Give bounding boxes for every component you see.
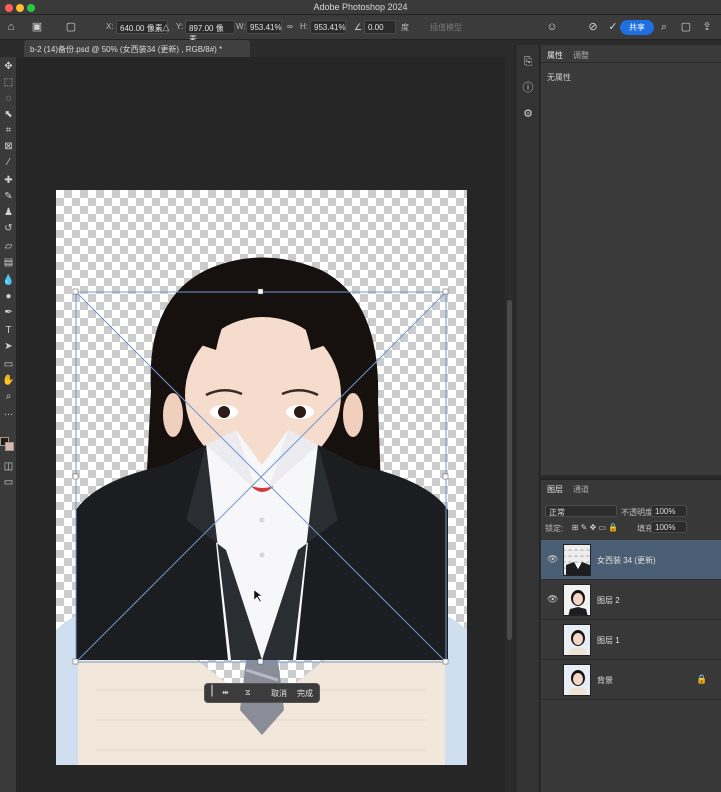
quick-mask-icon[interactable]: ◫: [0, 460, 17, 474]
adjustments-panel-icon[interactable]: ⚙: [521, 107, 535, 121]
screen-mode-icon[interactable]: ▭: [0, 476, 17, 490]
layer-row[interactable]: 背景 🔒: [541, 660, 721, 700]
options-bar: ⌂ ▣ ▢ X: 640.00 像素 △ Y: 897.00 像素 W: 953…: [0, 15, 721, 44]
reference-point-icon[interactable]: ▣: [30, 20, 44, 34]
pen-tool-icon[interactable]: ✒: [0, 306, 17, 320]
layer-name[interactable]: 图层 2: [597, 595, 620, 606]
layer-name[interactable]: 图层 1: [597, 635, 620, 646]
link-icon[interactable]: ∞: [284, 20, 296, 34]
height-field[interactable]: 953.41%: [310, 20, 346, 34]
warp-icon[interactable]: ⧖: [245, 688, 251, 698]
cancel-transform-icon[interactable]: ⊘: [586, 20, 600, 34]
marquee-tool-icon[interactable]: ⬚: [0, 76, 17, 90]
puppet-warp-icon[interactable]: ☺: [545, 20, 559, 34]
more-tools-icon[interactable]: …: [0, 406, 17, 420]
document-tab[interactable]: b-2 (14)备份.psd @ 50% (女西装34 (更新) , RGB/8…: [24, 40, 250, 57]
layer-thumbnail: [563, 624, 591, 656]
share-icon[interactable]: ⇪: [700, 20, 714, 34]
rectangle-tool-icon[interactable]: ▭: [0, 358, 17, 372]
history-brush-tool-icon[interactable]: ↺: [0, 222, 17, 236]
no-properties-label: 无属性: [547, 73, 571, 82]
eye-icon[interactable]: 👁: [547, 554, 558, 565]
window-title: Adobe Photoshop 2024: [313, 2, 408, 12]
layer-row[interactable]: 👁 图层 2: [541, 580, 721, 620]
opacity-field[interactable]: 100%: [651, 505, 687, 517]
layers-panel: 图层 通道 正常 不透明度: 100% 锁定: ⊞ ✎ ✥ ▭ 🔒 填充: 10…: [541, 478, 721, 792]
angle-unit: 度: [401, 23, 409, 32]
tab-properties[interactable]: 属性: [547, 50, 563, 61]
x-label: X:: [106, 22, 114, 31]
hand-tool-icon[interactable]: ✋: [0, 374, 17, 388]
gradient-tool-icon[interactable]: ▤: [0, 256, 17, 270]
blend-mode-select[interactable]: 正常: [545, 505, 617, 517]
move-tool-icon[interactable]: ✥: [0, 60, 17, 74]
w-label: W:: [236, 22, 246, 31]
blur-tool-icon[interactable]: 💧: [0, 274, 17, 288]
lock-options-icon[interactable]: ⊞ ✎ ✥ ▭ 🔒: [565, 521, 625, 535]
info-panel-icon[interactable]: ⓘ: [521, 81, 535, 95]
delta-icon[interactable]: △: [160, 20, 172, 34]
background-color-swatch[interactable]: [5, 442, 14, 451]
angle-field[interactable]: 0.00: [364, 20, 396, 34]
layer-thumbnail: [563, 584, 591, 616]
divider: [541, 62, 721, 63]
crop-tool-icon[interactable]: ⌗: [0, 124, 17, 138]
workspace-icon[interactable]: ▢: [679, 20, 693, 34]
y-label: Y:: [176, 22, 184, 31]
search-icon[interactable]: ⌕: [657, 20, 671, 34]
lock-icon: 🔒: [696, 674, 708, 684]
tools-panel: ✥ ⬚ ◌ ⬉ ⌗ ⊠ ⁄ ✚ ✎ ♟ ↺ ▱ ▤ 💧 ● ✒ T ➤ ▭ ✋ …: [0, 57, 17, 792]
history-panel-icon[interactable]: ⎘: [521, 55, 535, 69]
layer-thumbnail: [563, 544, 591, 576]
panel-icon-strip: ⎘ ⓘ ⚙: [515, 45, 540, 792]
drag-handle-icon[interactable]: ┃: [209, 686, 215, 697]
done-button[interactable]: 完成: [297, 688, 313, 699]
scrollbar-thumb[interactable]: [507, 300, 512, 640]
healing-brush-tool-icon[interactable]: ✚: [0, 174, 17, 188]
dodge-tool-icon[interactable]: ●: [0, 290, 17, 304]
zoom-tool-icon[interactable]: ⌕: [0, 390, 17, 404]
cancel-button[interactable]: 取消: [271, 688, 287, 699]
layer-thumbnail: [563, 664, 591, 696]
tab-layers[interactable]: 图层: [547, 484, 563, 495]
reference-toggle-icon[interactable]: ▢: [64, 20, 78, 34]
object-select-tool-icon[interactable]: ⬉: [0, 108, 17, 122]
layer-name[interactable]: 背景: [597, 675, 613, 686]
portrait-artwork: [56, 257, 467, 765]
lock-label: 锁定:: [545, 524, 564, 533]
eye-icon[interactable]: 👁: [547, 594, 558, 605]
document-canvas[interactable]: [56, 190, 467, 765]
layer-name[interactable]: 女西装 34 (更新): [597, 555, 656, 566]
fill-field[interactable]: 100%: [651, 521, 687, 533]
layer-row[interactable]: 👁 女西装 34 (更新): [541, 540, 721, 580]
share-button[interactable]: 共享: [620, 20, 654, 35]
type-tool-icon[interactable]: T: [0, 324, 17, 338]
width-field[interactable]: 953.41%: [246, 20, 282, 34]
contextual-task-bar: ┃ ⇹ ⧖ 取消 完成: [204, 683, 320, 703]
eyedropper-tool-icon[interactable]: ⁄: [0, 156, 17, 170]
home-icon[interactable]: ⌂: [4, 20, 18, 34]
brush-tool-icon[interactable]: ✎: [0, 190, 17, 204]
h-label: H:: [300, 22, 308, 31]
tab-channels[interactable]: 通道: [573, 484, 589, 495]
properties-panel: 属性 调整 无属性: [541, 45, 721, 475]
flip-horizontal-icon[interactable]: ⇹: [222, 688, 229, 697]
title-bar: Adobe Photoshop 2024: [0, 0, 721, 15]
frame-tool-icon[interactable]: ⊠: [0, 140, 17, 154]
angle-icon: ∠: [353, 22, 363, 32]
lasso-tool-icon[interactable]: ◌: [0, 92, 17, 106]
y-position-field[interactable]: 897.00 像素: [185, 20, 235, 44]
interpolation-label[interactable]: 插值模型: [430, 22, 462, 33]
clone-stamp-tool-icon[interactable]: ♟: [0, 206, 17, 220]
eraser-tool-icon[interactable]: ▱: [0, 240, 17, 254]
tab-adjustments[interactable]: 调整: [573, 50, 589, 61]
path-select-tool-icon[interactable]: ➤: [0, 340, 17, 354]
layer-row[interactable]: 图层 1: [541, 620, 721, 660]
commit-transform-icon[interactable]: ✓: [606, 20, 620, 34]
